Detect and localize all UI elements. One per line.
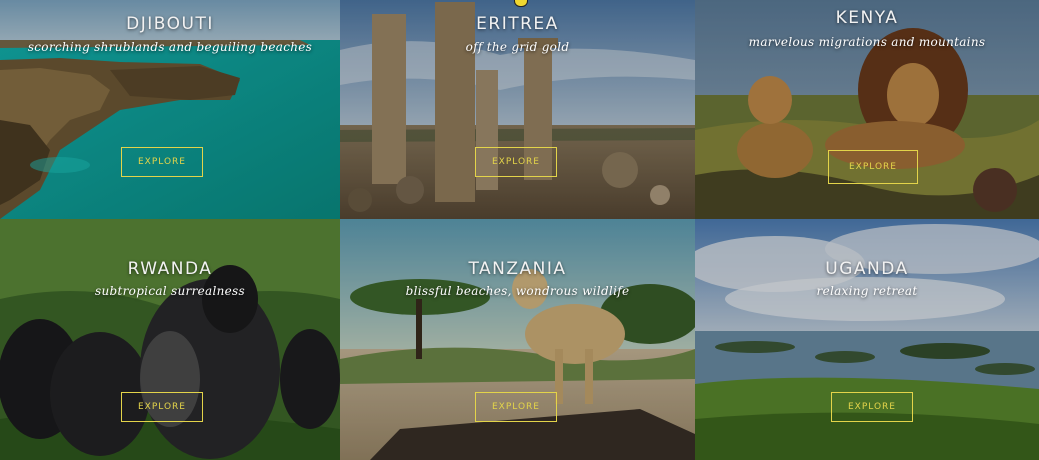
destination-tagline: relaxing retreat [816,284,918,298]
destination-title: KENYA [835,8,899,28]
destination-tagline: off the grid gold [465,40,570,54]
kenya-overlay [695,0,1039,219]
explore-button-tanzania[interactable]: EXPLORE [475,392,557,422]
destination-tile-eritrea[interactable]: ERITREA off the grid gold EXPLORE [340,0,695,219]
destination-tagline: marvelous migrations and mountains [748,35,986,49]
explore-button-djibouti[interactable]: EXPLORE [121,147,203,177]
destination-title: ERITREA [476,14,559,34]
destination-title: RWANDA [127,259,213,279]
destination-tile-kenya[interactable]: KENYA marvelous migrations and mountains… [695,0,1039,219]
uganda-overlay [695,219,1039,460]
destination-tagline: scorching shrublands and beguiling beach… [27,40,313,54]
destination-tagline: subtropical surrealness [95,284,245,298]
explore-button-uganda[interactable]: EXPLORE [831,392,913,422]
rwanda-overlay [0,219,340,460]
destination-title: TANZANIA [468,259,567,279]
explore-button-kenya[interactable]: EXPLORE [828,150,918,184]
destination-grid: DJIBOUTI scorching shrublands and beguil… [0,0,1039,460]
destination-tile-tanzania[interactable]: TANZANIA blissful beaches, wondrous wild… [340,219,695,460]
explore-button-rwanda[interactable]: EXPLORE [121,392,203,422]
tanzania-overlay [340,219,695,460]
destination-tagline: blissful beaches, wondrous wildlife [405,284,630,298]
destination-tile-rwanda[interactable]: RWANDA subtropical surrealness EXPLORE [0,219,340,460]
destination-tile-djibouti[interactable]: DJIBOUTI scorching shrublands and beguil… [0,0,340,219]
destination-title: DJIBOUTI [126,14,214,34]
destination-title: UGANDA [825,259,909,279]
explore-button-eritrea[interactable]: EXPLORE [475,147,557,177]
destination-tile-uganda[interactable]: UGANDA relaxing retreat EXPLORE [695,219,1039,460]
